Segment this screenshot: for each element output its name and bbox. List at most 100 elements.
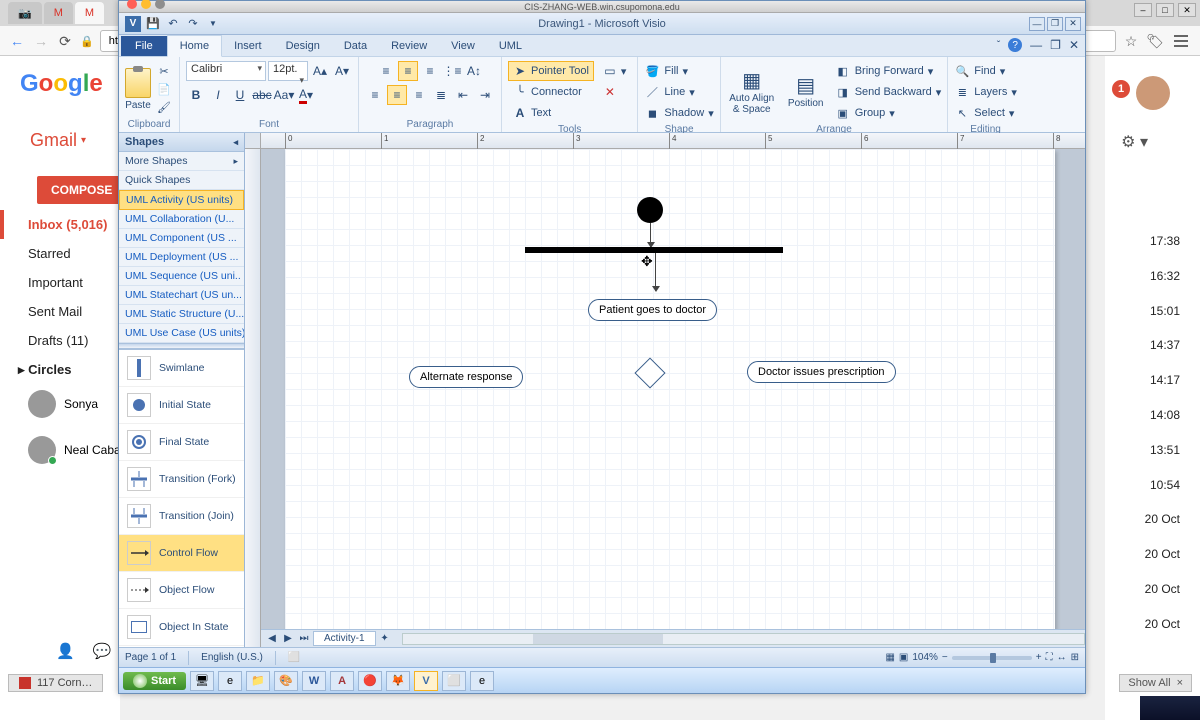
stencil-initial-state[interactable]: Initial State	[119, 387, 244, 424]
bullets-icon[interactable]: ⋮≡	[442, 61, 462, 81]
activity-shape[interactable]: Alternate response	[409, 366, 523, 388]
paste-button[interactable]: Paste	[125, 68, 151, 111]
tab-review[interactable]: Review	[379, 36, 439, 56]
layers-button[interactable]: ≣Layers ▾	[954, 82, 1017, 102]
align-center-icon[interactable]: ≡	[387, 85, 407, 105]
position-button[interactable]: ▤Position	[781, 75, 831, 109]
align-middle-icon[interactable]: ≡	[398, 61, 418, 81]
menu-icon[interactable]	[1170, 30, 1192, 52]
bring-forward-button[interactable]: ◧Bring Forward ▾	[835, 61, 942, 81]
zoom-in-icon[interactable]: +	[1036, 652, 1042, 663]
nav-starred[interactable]: Starred	[0, 239, 120, 268]
cut-icon[interactable]: ✂	[155, 64, 173, 80]
nav-sent[interactable]: Sent Mail	[0, 297, 120, 326]
stencil-object-in-state[interactable]: Object In State	[119, 609, 244, 646]
initial-state-shape[interactable]	[637, 197, 663, 223]
undo-icon[interactable]: ↶	[165, 16, 181, 32]
nav-circles[interactable]: ▸ Circles	[0, 355, 120, 385]
next-page-icon[interactable]: ▶	[281, 633, 295, 644]
fit-width-icon[interactable]: ↔	[1057, 652, 1067, 663]
category-item[interactable]: UML Sequence (US uni..	[119, 267, 244, 286]
close-button[interactable]: ✕	[1065, 17, 1081, 31]
quick-shapes[interactable]: Quick Shapes	[119, 171, 244, 190]
italic-icon[interactable]: I	[208, 85, 228, 105]
group-button[interactable]: ▣Group ▾	[835, 103, 942, 123]
text-direction-icon[interactable]: A↕	[464, 61, 484, 81]
increase-font-icon[interactable]: A▴	[310, 61, 330, 81]
format-painter-icon[interactable]: 🖌	[155, 100, 173, 116]
taskbar-firefox[interactable]: 🦊	[386, 671, 410, 691]
minimize-ribbon-icon[interactable]: ˇ	[997, 40, 1000, 51]
more-shapes[interactable]: More Shapes▸	[119, 152, 244, 171]
start-button[interactable]: Start	[123, 672, 186, 690]
taskbar-access[interactable]: A	[330, 671, 354, 691]
tab-data[interactable]: Data	[332, 36, 379, 56]
case-icon[interactable]: Aa▾	[274, 85, 294, 105]
forward-button[interactable]: →	[32, 32, 50, 50]
align-left-icon[interactable]: ≡	[365, 85, 385, 105]
back-button[interactable]: ←	[8, 32, 26, 50]
record-macro-icon[interactable]: ⬜	[288, 652, 300, 663]
taskbar-explorer[interactable]: 🖥	[190, 671, 214, 691]
person-icon[interactable]: 👤	[56, 642, 75, 660]
page[interactable]: ✥ Patient goes to doctor Alternate respo…	[285, 149, 1055, 629]
taskbar-chrome[interactable]: 🔴	[358, 671, 382, 691]
bookmark-icon[interactable]: ☆	[1122, 32, 1140, 50]
category-item[interactable]: UML Use Case (US units)	[119, 324, 244, 343]
minimize-dot[interactable]	[141, 0, 151, 9]
notification-badge[interactable]: 1	[1112, 80, 1130, 98]
decrease-font-icon[interactable]: A▾	[332, 61, 352, 81]
doc-minimize-icon[interactable]: —	[1030, 38, 1042, 52]
tab-insert[interactable]: Insert	[222, 36, 274, 56]
close-icon[interactable]: ×	[1177, 677, 1183, 689]
view-full-icon[interactable]: ▣	[899, 652, 908, 663]
taskbar-ie[interactable]: e	[218, 671, 242, 691]
justify-icon[interactable]: ≣	[431, 85, 451, 105]
taskbar-visio[interactable]: V	[414, 671, 438, 691]
shapes-header[interactable]: Shapes◂	[119, 133, 244, 152]
horizontal-scrollbar[interactable]	[402, 633, 1085, 645]
decrease-indent-icon[interactable]: ⇤	[453, 85, 473, 105]
taskbar-ie2[interactable]: e	[470, 671, 494, 691]
rectangle-tool[interactable]: ▭▾	[598, 61, 632, 81]
stencil-final-state[interactable]: Final State	[119, 424, 244, 461]
show-all-downloads[interactable]: Show All×	[1119, 674, 1192, 692]
tab-design[interactable]: Design	[274, 36, 332, 56]
tab-uml[interactable]: UML	[487, 36, 534, 56]
profile-avatar[interactable]	[1136, 76, 1170, 110]
fit-page-icon[interactable]: ⛶	[1046, 652, 1053, 663]
download-item[interactable]: 117 Corn…	[8, 674, 103, 692]
canvas[interactable]: ✥ Patient goes to doctor Alternate respo…	[261, 149, 1085, 629]
doc-close-icon[interactable]: ✕	[1069, 38, 1079, 52]
hangouts-icon[interactable]: 💬	[93, 642, 112, 660]
find-button[interactable]: 🔍Find ▾	[954, 61, 1017, 81]
tab-view[interactable]: View	[439, 36, 487, 56]
settings-gear-icon[interactable]: ⚙ ▾	[1121, 132, 1148, 152]
browser-tab[interactable]: M	[44, 2, 73, 24]
minimize-button[interactable]: —	[1029, 17, 1045, 31]
category-item[interactable]: UML Static Structure (U...	[119, 305, 244, 324]
line-button[interactable]: ／Line ▾	[644, 82, 713, 102]
help-icon[interactable]: ?	[1008, 38, 1022, 52]
autoalign-button[interactable]: ▦Auto Align & Space	[727, 70, 777, 115]
align-bottom-icon[interactable]: ≡	[420, 61, 440, 81]
reload-button[interactable]: ⟳	[56, 32, 74, 50]
taskbar-paint[interactable]: 🎨	[274, 671, 298, 691]
restore-button[interactable]: ❐	[1047, 17, 1063, 31]
scroll-thumb[interactable]	[533, 634, 663, 644]
bold-icon[interactable]: B	[186, 85, 206, 105]
shadow-button[interactable]: ◼Shadow ▾	[644, 103, 713, 123]
nav-important[interactable]: Important	[0, 268, 120, 297]
category-item[interactable]: UML Deployment (US ...	[119, 248, 244, 267]
prev-page-icon[interactable]: ◀	[265, 633, 279, 644]
gmail-label[interactable]: Gmail▾	[30, 130, 86, 151]
fork-bar-shape[interactable]	[525, 247, 783, 253]
language-status[interactable]: English (U.S.)	[201, 652, 263, 663]
collapse-icon[interactable]: ◂	[233, 137, 238, 148]
view-normal-icon[interactable]: ▦	[885, 652, 894, 663]
fill-button[interactable]: 🪣Fill ▾	[644, 61, 713, 81]
copy-icon[interactable]: 📄	[155, 82, 173, 98]
zoom-slider[interactable]	[952, 656, 1032, 660]
switch-window-icon[interactable]: ⊞	[1071, 652, 1079, 663]
select-button[interactable]: ↖Select ▾	[954, 103, 1017, 123]
